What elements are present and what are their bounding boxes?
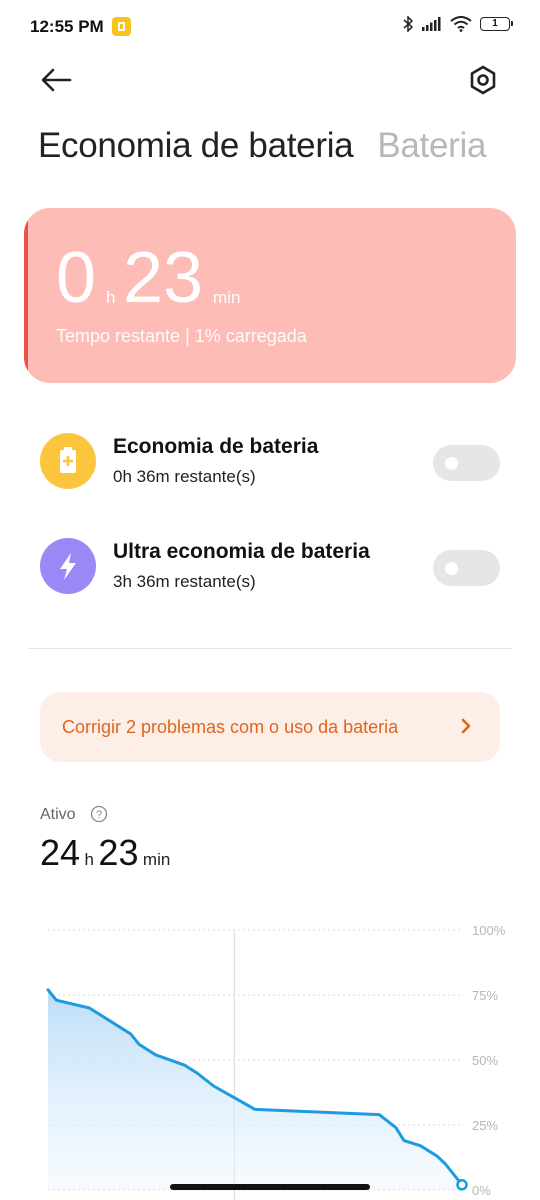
help-icon[interactable]: ? [90, 805, 108, 823]
battery-icon: 1 [480, 17, 513, 31]
arrow-left-icon [41, 68, 72, 92]
wifi-icon [450, 16, 472, 32]
y-tick-label: 75% [472, 988, 498, 1003]
battery-saver-title: Economia de bateria [113, 435, 319, 458]
tab-battery[interactable]: Bateria [377, 126, 486, 166]
fix-issues-text: Corrigir 2 problemas com o uso da bateri… [62, 717, 399, 737]
bluetooth-icon [403, 16, 414, 32]
remaining-hours: 0 [56, 238, 97, 318]
tab-battery-saver[interactable]: Economia de bateria [38, 126, 354, 166]
y-tick-label: 25% [472, 1118, 498, 1133]
active-minutes-unit: min [142, 850, 171, 869]
battery-level: 1 [492, 18, 498, 29]
fix-issues-banner[interactable]: Corrigir 2 problemas com o uso da bateri… [40, 692, 500, 762]
gear-icon [470, 65, 496, 95]
y-tick-label: 50% [472, 1053, 498, 1068]
active-time: 24 h 23 min [40, 832, 170, 874]
remaining-subtitle: Tempo restante | 1% carregada [56, 326, 307, 346]
back-button[interactable] [38, 62, 78, 98]
remaining-minutes: 23 [123, 238, 204, 318]
ultra-saver-row[interactable]: Ultra economia de bateria 3h 36m restant… [40, 536, 500, 596]
battery-plus-icon [40, 433, 96, 489]
remaining-hours-unit: h [106, 288, 116, 307]
active-label: Ativo [40, 806, 76, 823]
battery-saver-subtitle: 0h 36m restante(s) [113, 467, 256, 486]
status-bar: 12:55 PM 1 [0, 0, 540, 56]
active-hours: 24 [40, 832, 81, 873]
ultra-saver-toggle[interactable] [433, 550, 500, 586]
active-minutes: 23 [98, 832, 139, 873]
status-icons: 1 [403, 16, 513, 32]
remaining-minutes-unit: min [213, 288, 241, 307]
chevron-right-icon [461, 718, 471, 734]
y-tick-label: 100% [472, 923, 506, 938]
ultra-saver-subtitle: 3h 36m restante(s) [113, 572, 256, 591]
current-level-point [456, 1179, 468, 1191]
signal-icon [422, 17, 441, 31]
svg-text:?: ? [96, 809, 102, 821]
battery-saver-toggle[interactable] [433, 445, 500, 481]
remaining-time-card: 0 h 23 min Tempo restante | 1% carregada [24, 208, 516, 383]
status-time: 12:55 PM [30, 17, 104, 36]
divider [28, 648, 512, 649]
ultra-saver-title: Ultra economia de bateria [113, 540, 370, 563]
settings-button[interactable] [466, 62, 500, 98]
notification-lock-icon [112, 17, 131, 36]
home-indicator[interactable] [170, 1184, 370, 1190]
lightning-bolt-icon [40, 538, 96, 594]
active-hours-unit: h [84, 850, 94, 869]
tab-bar: Economia de bateria Bateria [38, 126, 486, 166]
battery-saver-row[interactable]: Economia de bateria 0h 36m restante(s) [40, 431, 500, 491]
battery-usage-chart: 100% 75% 50% 25% 0% [46, 923, 506, 1200]
y-tick-label: 0% [472, 1183, 491, 1198]
